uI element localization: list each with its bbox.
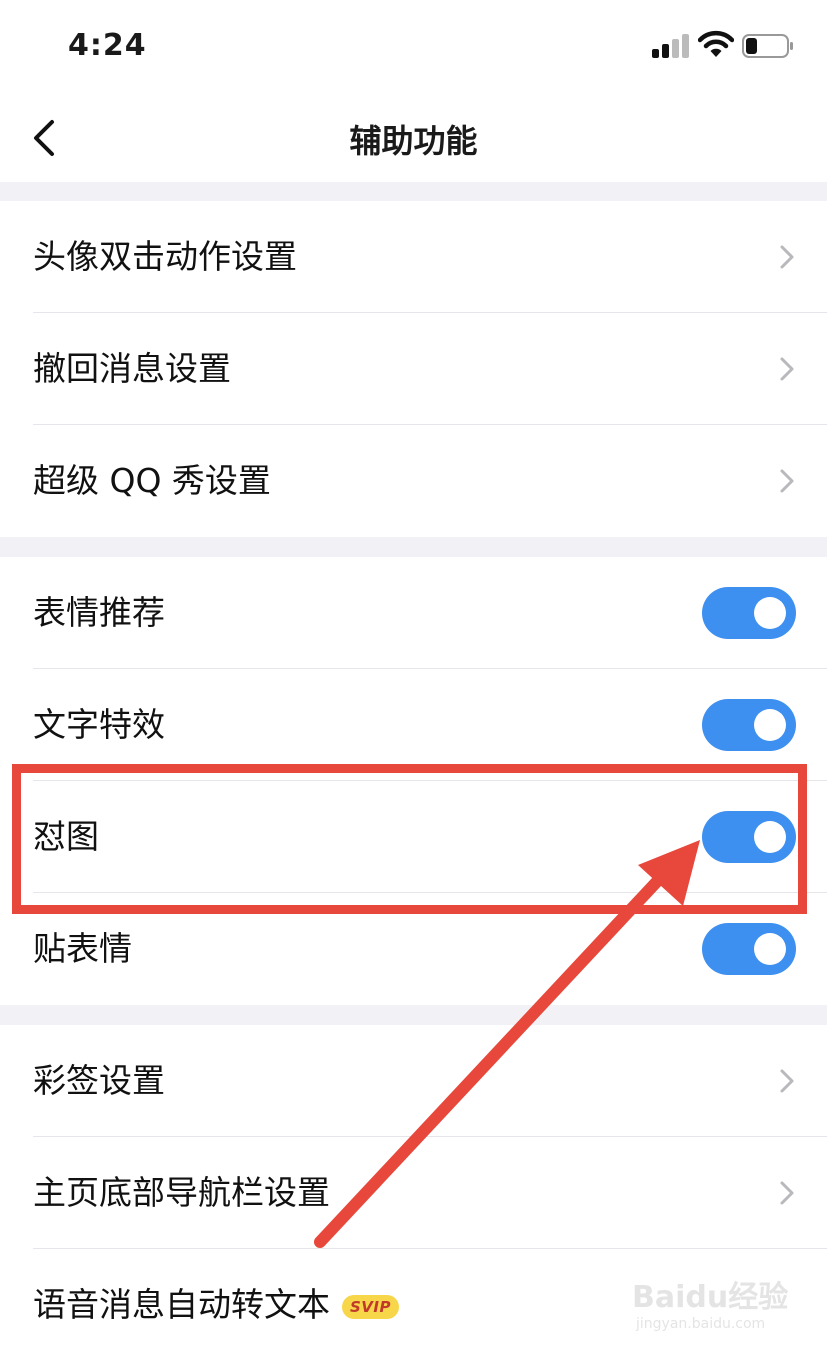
- setting-row-avatar-double-tap[interactable]: 头像双击动作设置: [0, 201, 827, 313]
- setting-row-color-tag[interactable]: 彩签设置: [0, 1025, 827, 1137]
- duitu-toggle[interactable]: [702, 811, 796, 863]
- voice-to-text-label: 语音消息自动转文本: [33, 1285, 330, 1324]
- toggle-knob: [754, 821, 786, 853]
- setting-row-label: 超级 QQ 秀设置: [33, 461, 271, 500]
- toggle-knob: [754, 597, 786, 629]
- setting-row-label: 主页底部导航栏设置: [33, 1173, 330, 1212]
- setting-row-super-qq-show[interactable]: 超级 QQ 秀设置: [0, 425, 827, 537]
- chevron-right-icon: [780, 245, 794, 269]
- setting-row-label: 头像双击动作设置: [33, 237, 297, 276]
- setting-row-sticker: 贴表情: [0, 893, 827, 1005]
- chevron-right-icon: [780, 469, 794, 493]
- cellular-signal-icon: [652, 34, 692, 58]
- text-effects-toggle[interactable]: [702, 699, 796, 751]
- wifi-icon: [698, 30, 734, 57]
- setting-row-recall-message[interactable]: 撤回消息设置: [0, 313, 827, 425]
- status-time: 4:24: [68, 28, 147, 63]
- setting-row-label: 语音消息自动转文本 SVIP: [33, 1249, 399, 1354]
- setting-row-duitu: 怼图: [0, 781, 827, 893]
- chevron-right-icon: [780, 1069, 794, 1093]
- chevron-right-icon: [780, 1181, 794, 1205]
- status-bar: 4:24: [0, 0, 827, 90]
- emoji-recommend-toggle[interactable]: [702, 587, 796, 639]
- section-gap: [0, 182, 827, 201]
- toggle-knob: [754, 709, 786, 741]
- setting-row-text-effects: 文字特效: [0, 669, 827, 781]
- sticker-toggle[interactable]: [702, 923, 796, 975]
- watermark-url: jingyan.baidu.com: [636, 1316, 766, 1332]
- setting-row-label: 彩签设置: [33, 1061, 165, 1100]
- setting-row-bottom-nav[interactable]: 主页底部导航栏设置: [0, 1137, 827, 1249]
- setting-row-label: 文字特效: [33, 705, 165, 744]
- setting-row-label: 贴表情: [33, 929, 132, 968]
- svip-badge: SVIP: [342, 1294, 399, 1319]
- setting-row-label: 怼图: [33, 817, 99, 856]
- nav-bar: 辅助功能: [0, 90, 827, 182]
- setting-row-label: 表情推荐: [33, 593, 165, 632]
- battery-icon: [742, 34, 793, 58]
- page-title: 辅助功能: [349, 122, 478, 160]
- baidu-watermark: Baidu经验 jingyan.baidu.com: [632, 1268, 802, 1348]
- watermark-logo: Baidu经验: [632, 1280, 789, 1315]
- toggle-knob: [754, 933, 786, 965]
- setting-row-emoji-recommend: 表情推荐: [0, 557, 827, 669]
- section-gap: [0, 537, 827, 557]
- setting-row-label: 撤回消息设置: [33, 349, 231, 388]
- chevron-right-icon: [780, 357, 794, 381]
- section-gap: [0, 1005, 827, 1025]
